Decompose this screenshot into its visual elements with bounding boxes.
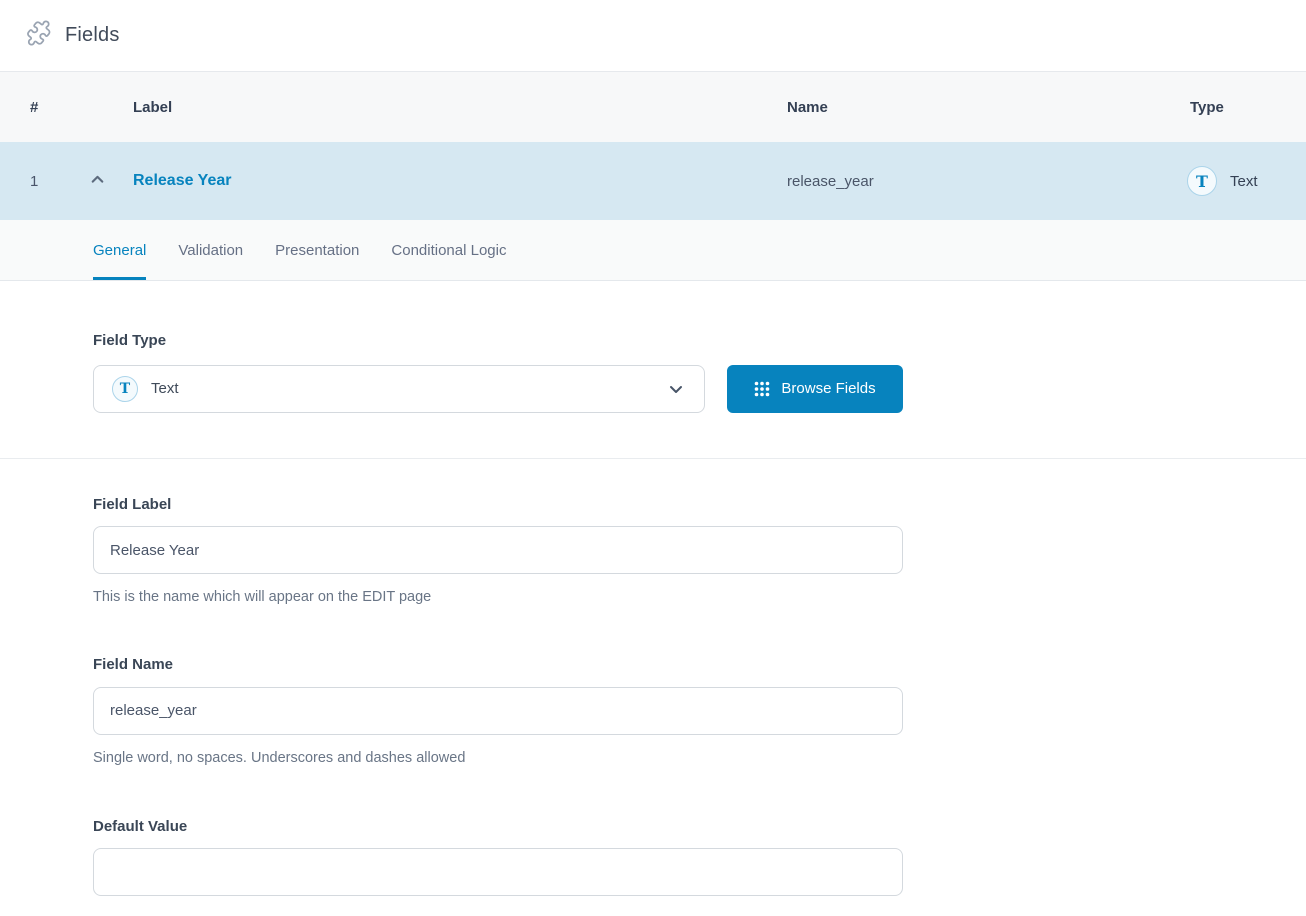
tab-validation[interactable]: Validation (178, 220, 243, 280)
chevron-up-icon (89, 171, 106, 191)
column-header-number: # (30, 99, 89, 116)
field-name-helper: Single word, no spaces. Underscores and … (93, 750, 1213, 766)
field-settings-tabs: General Validation Presentation Conditio… (0, 220, 1306, 281)
field-label-link[interactable]: Release Year (133, 172, 787, 190)
text-type-icon: T (112, 376, 138, 402)
grid-dots-icon (754, 381, 770, 397)
table-row[interactable]: 1 Release Year release_year T Text (0, 142, 1306, 220)
fields-editor: Fields # Label Name Type 1 Release Year … (0, 0, 1306, 916)
field-type-select[interactable]: T Text (93, 365, 705, 413)
field-type-badge: T Text (1187, 166, 1306, 196)
puzzle-icon (24, 19, 53, 53)
column-header-type: Type (1187, 99, 1306, 116)
field-type-selected-value: Text (151, 380, 666, 397)
collapse-field-button[interactable] (89, 171, 133, 191)
default-value-input[interactable] (93, 848, 903, 896)
field-label-input[interactable] (93, 526, 903, 574)
column-header-name: Name (787, 99, 1187, 116)
field-name-label: Field Name (93, 605, 1213, 674)
tab-general[interactable]: General (93, 220, 146, 280)
column-header-label: Label (133, 99, 787, 116)
field-type-label: Field Type (93, 281, 1213, 350)
field-name-value: release_year (787, 173, 1187, 190)
chevron-down-icon (666, 379, 686, 399)
tab-conditional-logic[interactable]: Conditional Logic (391, 220, 506, 280)
default-value-label: Default Value (93, 766, 1213, 836)
field-type-text: Text (1230, 173, 1258, 190)
fields-table-header: # Label Name Type (0, 72, 1306, 142)
field-label-label: Field Label (93, 459, 1213, 514)
field-label-helper: This is the name which will appear on th… (93, 589, 1213, 605)
tab-presentation[interactable]: Presentation (275, 220, 359, 280)
general-settings-panel: Field Type T Text (0, 281, 1306, 896)
page-header: Fields (0, 0, 1306, 72)
field-type-controls: T Text Browse Fields (93, 365, 1213, 413)
page-title: Fields (65, 24, 120, 47)
browse-fields-button[interactable]: Browse Fields (727, 365, 903, 413)
field-name-input[interactable] (93, 687, 903, 735)
browse-fields-button-label: Browse Fields (781, 380, 875, 397)
text-type-icon: T (1187, 166, 1217, 196)
row-order-number: 1 (30, 173, 89, 190)
